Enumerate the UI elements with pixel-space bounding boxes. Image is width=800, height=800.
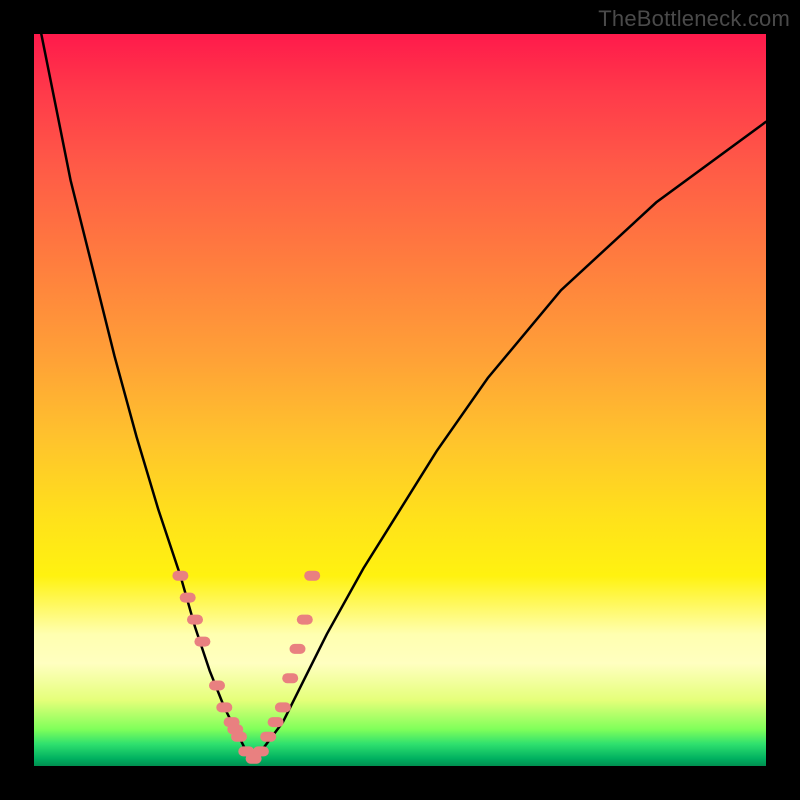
marker-dot [304,571,320,581]
marker-dot [275,702,291,712]
marker-dot [268,717,284,727]
chart-svg [34,34,766,766]
marker-dot [290,644,306,654]
marker-dot [187,615,203,625]
marker-dot [282,673,298,683]
marker-dot [209,681,225,691]
marker-dot [216,702,232,712]
chart-frame: TheBottleneck.com [0,0,800,800]
bottleneck-curve [41,34,766,759]
marker-dot [297,615,313,625]
watermark-text: TheBottleneck.com [598,6,790,32]
marker-dot [253,746,269,756]
marker-dot [231,732,247,742]
marker-dot [180,593,196,603]
marker-dot [172,571,188,581]
plot-area [34,34,766,766]
marker-dot [260,732,276,742]
curve-markers [172,571,320,764]
marker-dot [194,637,210,647]
